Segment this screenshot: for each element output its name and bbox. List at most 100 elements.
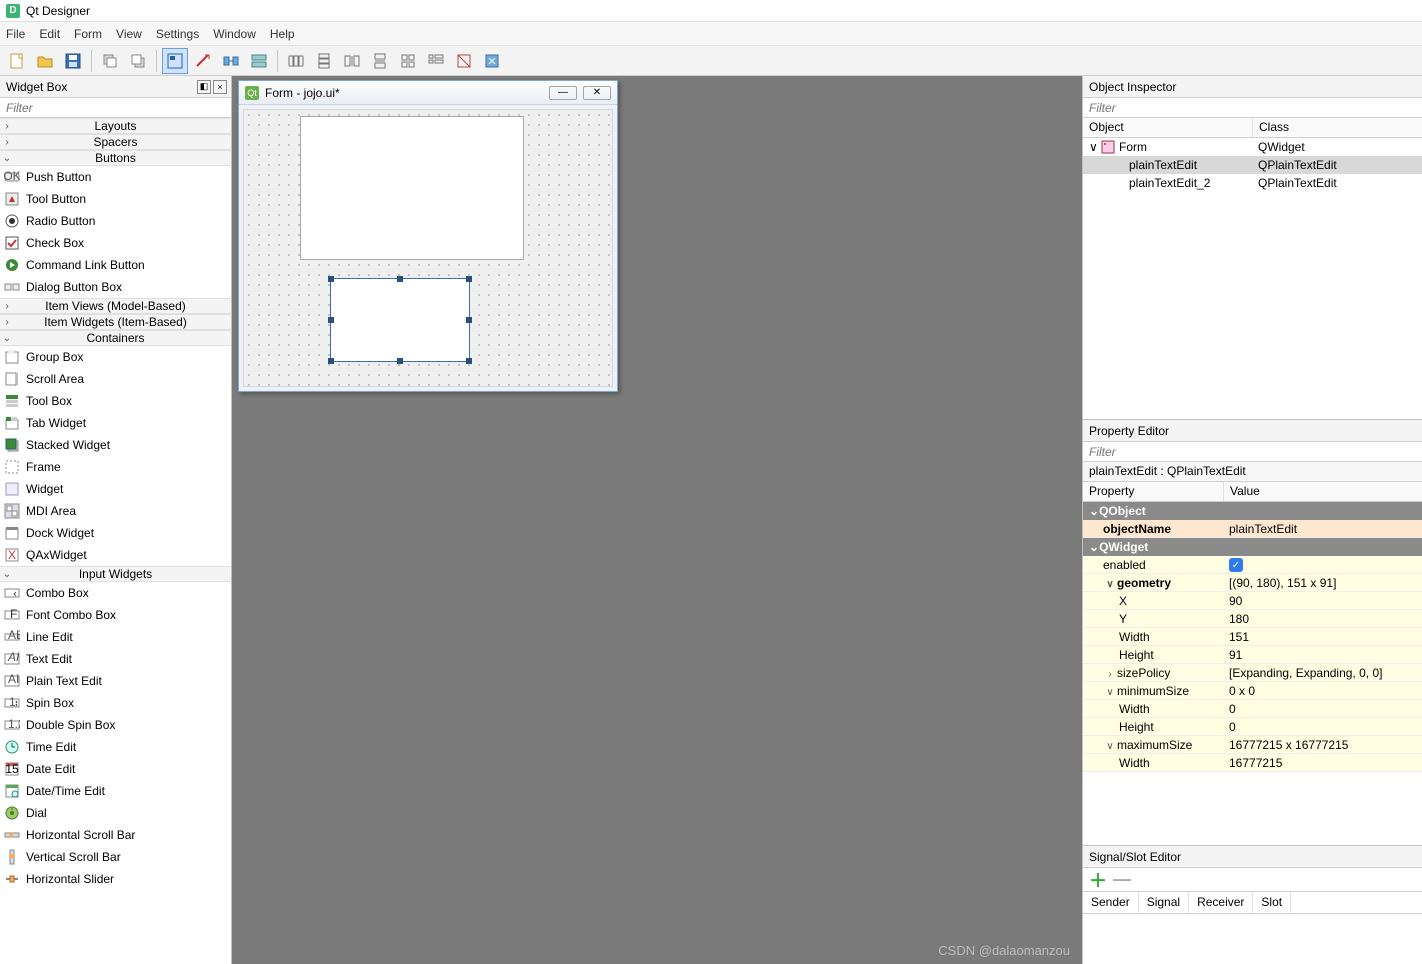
layout-v-button[interactable] (311, 48, 337, 74)
oi-row-plainTextEdit_2[interactable]: plainTextEdit_2QPlainTextEdit (1083, 174, 1422, 192)
dock-close-icon[interactable]: × (213, 80, 227, 94)
design-canvas[interactable]: Qt Form - jojo.ui* — ✕ CSDN @dalaomanzou (232, 76, 1082, 964)
cat-buttons[interactable]: ⌄Buttons (0, 150, 231, 166)
plaintextedit-widget[interactable] (330, 278, 470, 362)
pe-row-enabled[interactable]: enabled✓ (1083, 556, 1422, 574)
edit-taborder-button[interactable] (246, 48, 272, 74)
wb-input-horizontal-slider[interactable]: Horizontal Slider (0, 868, 231, 890)
se-col-signal[interactable]: Signal (1139, 892, 1189, 913)
pe-body[interactable]: ⌄ QObjectobjectNameplainTextEdit⌄ QWidge… (1083, 502, 1422, 845)
pe-row-objectname[interactable]: objectNameplainTextEdit (1083, 520, 1422, 538)
wb-container-tool-box[interactable]: Tool Box (0, 390, 231, 412)
widgetbox-filter-input[interactable] (0, 98, 231, 117)
cat-spacers[interactable]: ›Spacers (0, 134, 231, 150)
bring-front-button[interactable] (125, 48, 151, 74)
form-titlebar[interactable]: Qt Form - jojo.ui* — ✕ (239, 81, 617, 105)
oi-filter-input[interactable] (1083, 98, 1422, 117)
dock-float-icon[interactable]: ◧ (197, 80, 211, 94)
edit-buddies-button[interactable] (218, 48, 244, 74)
wb-input-date-time-edit[interactable]: Date/Time Edit (0, 780, 231, 802)
pe-filter-input[interactable] (1083, 442, 1422, 461)
menu-edit[interactable]: Edit (39, 27, 60, 41)
pe-row-width[interactable]: Width0 (1083, 700, 1422, 718)
pe-row-y[interactable]: Y180 (1083, 610, 1422, 628)
oi-col-object[interactable]: Object (1083, 118, 1252, 137)
wb-input-vertical-scroll-bar[interactable]: Vertical Scroll Bar (0, 846, 231, 868)
wb-container-widget[interactable]: Widget (0, 478, 231, 500)
oi-tree[interactable]: ∨FormQWidgetplainTextEditQPlainTextEditp… (1083, 138, 1422, 419)
oi-row-Form[interactable]: ∨FormQWidget (1083, 138, 1422, 156)
edit-widgets-button[interactable] (162, 48, 188, 74)
form-close-icon[interactable]: ✕ (583, 86, 611, 100)
pe-row-maximumsize[interactable]: ∨maximumSize16777215 x 16777215 (1083, 736, 1422, 754)
layout-h-button[interactable] (283, 48, 309, 74)
edit-signals-button[interactable] (190, 48, 216, 74)
wb-button-check-box[interactable]: Check Box (0, 232, 231, 254)
cat-itemviews[interactable]: ›Item Views (Model-Based) (0, 298, 231, 314)
wb-input-font-combo-box[interactable]: FFont Combo Box (0, 604, 231, 626)
wb-input-line-edit[interactable]: ABILine Edit (0, 626, 231, 648)
pe-row-minimumsize[interactable]: ∨minimumSize0 x 0 (1083, 682, 1422, 700)
wb-input-dial[interactable]: Dial (0, 802, 231, 824)
cat-itemwidgets[interactable]: ›Item Widgets (Item-Based) (0, 314, 231, 330)
wb-container-group-box[interactable]: Group Box (0, 346, 231, 368)
wb-button-command-link-button[interactable]: Command Link Button (0, 254, 231, 276)
send-back-button[interactable] (97, 48, 123, 74)
oi-row-plainTextEdit[interactable]: plainTextEditQPlainTextEdit (1083, 156, 1422, 174)
se-col-sender[interactable]: Sender (1083, 892, 1139, 913)
pe-row-height[interactable]: Height0 (1083, 718, 1422, 736)
wb-container-qaxwidget[interactable]: XQAxWidget (0, 544, 231, 566)
pe-row-sizepolicy[interactable]: ›sizePolicy[Expanding, Expanding, 0, 0] (1083, 664, 1422, 682)
menu-form[interactable]: Form (74, 27, 102, 41)
menu-settings[interactable]: Settings (156, 27, 199, 41)
pe-row-width[interactable]: Width16777215 (1083, 754, 1422, 772)
pe-row-width[interactable]: Width151 (1083, 628, 1422, 646)
layout-grid-button[interactable] (395, 48, 421, 74)
layout-vsplit-button[interactable] (367, 48, 393, 74)
wb-input-combo-box[interactable]: Combo Box (0, 582, 231, 604)
menu-help[interactable]: Help (270, 27, 295, 41)
menu-window[interactable]: Window (213, 27, 256, 41)
wb-input-text-edit[interactable]: AIText Edit (0, 648, 231, 670)
new-button[interactable] (4, 48, 30, 74)
pe-row-height[interactable]: Height91 (1083, 646, 1422, 664)
menu-view[interactable]: View (116, 27, 142, 41)
open-button[interactable] (32, 48, 58, 74)
wb-button-radio-button[interactable]: Radio Button (0, 210, 231, 232)
widgetbox-tree[interactable]: ›Layouts ›Spacers ⌄Buttons OKPush Button… (0, 118, 231, 964)
wb-container-dock-widget[interactable]: Dock Widget (0, 522, 231, 544)
wb-container-mdi-area[interactable]: MDI Area (0, 500, 231, 522)
form-canvas[interactable] (243, 109, 613, 387)
se-col-slot[interactable]: Slot (1253, 892, 1291, 913)
menu-file[interactable]: File (6, 27, 25, 41)
layout-hsplit-button[interactable] (339, 48, 365, 74)
layout-form-button[interactable] (423, 48, 449, 74)
wb-input-date-edit[interactable]: 15Date Edit (0, 758, 231, 780)
pe-row-geometry[interactable]: ∨geometry[(90, 180), 151 x 91] (1083, 574, 1422, 592)
plaintextedit-2-widget[interactable] (300, 116, 524, 260)
cat-inputwidgets[interactable]: ⌄Input Widgets (0, 566, 231, 582)
wb-button-tool-button[interactable]: Tool Button (0, 188, 231, 210)
remove-connection-icon[interactable]: — (1113, 869, 1131, 890)
add-connection-icon[interactable]: ＋ (1089, 867, 1107, 893)
save-button[interactable] (60, 48, 86, 74)
wb-container-tab-widget[interactable]: Tab Widget (0, 412, 231, 434)
pe-col-property[interactable]: Property (1083, 482, 1223, 501)
se-col-receiver[interactable]: Receiver (1189, 892, 1253, 913)
wb-container-scroll-area[interactable]: Scroll Area (0, 368, 231, 390)
adjust-size-button[interactable] (479, 48, 505, 74)
cat-containers[interactable]: ⌄Containers (0, 330, 231, 346)
oi-col-class[interactable]: Class (1252, 118, 1422, 137)
pe-group-qobject[interactable]: ⌄ QObject (1083, 502, 1422, 520)
wb-container-stacked-widget[interactable]: Stacked Widget (0, 434, 231, 456)
wb-button-dialog-button-box[interactable]: Dialog Button Box (0, 276, 231, 298)
form-window[interactable]: Qt Form - jojo.ui* — ✕ (238, 80, 618, 392)
wb-button-push-button[interactable]: OKPush Button (0, 166, 231, 188)
pe-col-value[interactable]: Value (1223, 482, 1422, 501)
wb-container-frame[interactable]: Frame (0, 456, 231, 478)
cat-layouts[interactable]: ›Layouts (0, 118, 231, 134)
wb-input-spin-box[interactable]: 1Spin Box (0, 692, 231, 714)
pe-row-x[interactable]: X90 (1083, 592, 1422, 610)
form-minimize-icon[interactable]: — (549, 86, 577, 100)
break-layout-button[interactable] (451, 48, 477, 74)
